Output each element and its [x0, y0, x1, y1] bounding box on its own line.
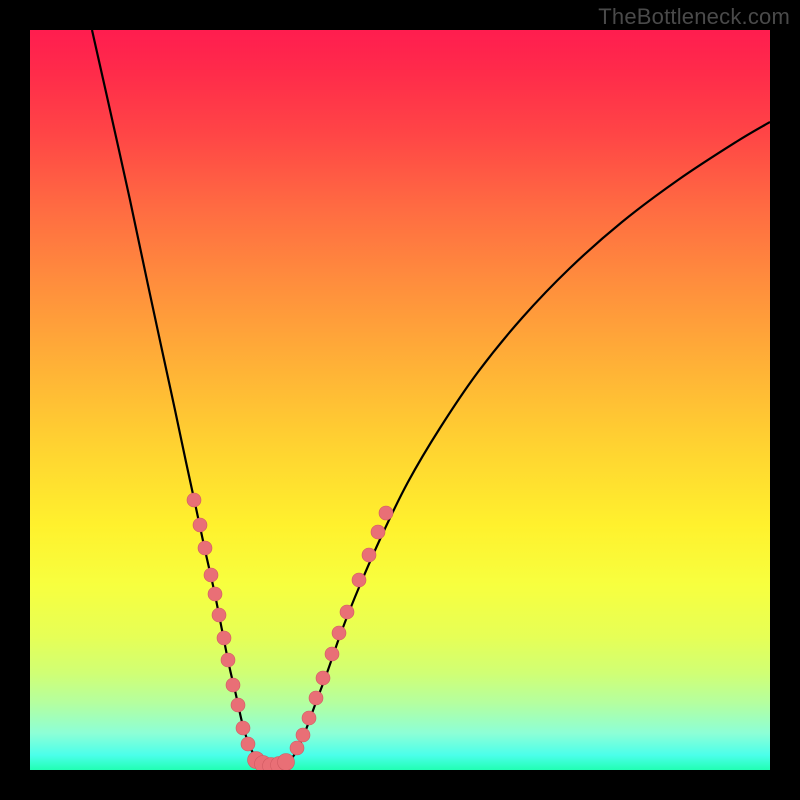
data-dot: [187, 493, 201, 507]
data-dot: [241, 737, 255, 751]
data-dot: [325, 647, 339, 661]
data-dot: [204, 568, 218, 582]
data-dot: [362, 548, 376, 562]
data-dot: [302, 711, 316, 725]
data-dot: [212, 608, 226, 622]
data-dot: [316, 671, 330, 685]
data-dot: [208, 587, 222, 601]
data-dot: [371, 525, 385, 539]
data-dot: [290, 741, 304, 755]
curve-left-branch: [92, 30, 260, 763]
plot-area: [30, 30, 770, 770]
data-dot: [332, 626, 346, 640]
chart-frame: TheBottleneck.com: [0, 0, 800, 800]
data-dot: [309, 691, 323, 705]
data-dots: [187, 493, 393, 770]
data-dot: [193, 518, 207, 532]
data-dot: [352, 573, 366, 587]
data-dot: [221, 653, 235, 667]
bottleneck-curve: [30, 30, 770, 770]
data-dot: [379, 506, 393, 520]
data-dot: [236, 721, 250, 735]
data-dot: [226, 678, 240, 692]
watermark-text: TheBottleneck.com: [598, 4, 790, 30]
data-dot: [340, 605, 354, 619]
data-dot: [278, 754, 295, 771]
data-dot: [198, 541, 212, 555]
curve-right-branch: [288, 122, 770, 763]
data-dot: [231, 698, 245, 712]
data-dot: [217, 631, 231, 645]
data-dot: [296, 728, 310, 742]
